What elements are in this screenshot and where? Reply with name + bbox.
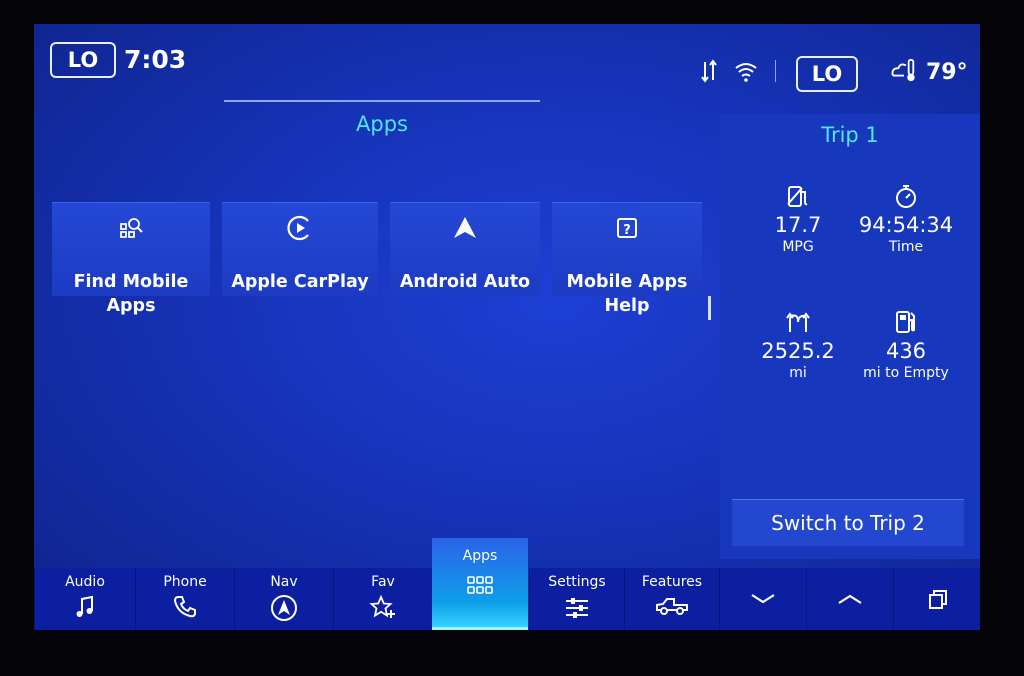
chevron-down-icon (751, 594, 775, 604)
nav-apps[interactable]: Apps (432, 538, 528, 630)
trip-panel: Trip 1 17.7 MPG 94:54:34 Time 2525.2 mi … (720, 114, 980, 559)
apps-grid-icon (467, 576, 493, 594)
trip-stat-range: 436 mi to Empty (846, 308, 966, 382)
sliders-icon (566, 598, 588, 618)
wifi-icon (735, 63, 757, 82)
window-stack-icon (928, 590, 947, 609)
window-stack-button[interactable] (893, 568, 980, 630)
passenger-climate-badge[interactable]: LO (796, 56, 858, 92)
fuel-economy-icon (787, 186, 808, 207)
carplay-icon (287, 215, 309, 241)
driver-climate-badge[interactable]: LO (50, 42, 116, 78)
nav-label: Phone (163, 574, 207, 590)
nav-label: Apps (462, 548, 498, 564)
chevron-up-icon (838, 594, 862, 604)
android-auto-icon (454, 217, 476, 238)
truck-icon (656, 598, 688, 615)
nav-settings[interactable]: Settings (529, 568, 624, 630)
scroll-down-button[interactable] (719, 568, 806, 630)
status-bar: LO 7:03 LO 79° (34, 24, 980, 98)
stat-unit: mi (789, 365, 807, 381)
stat-unit: MPG (782, 239, 814, 255)
stat-value: 17.7 (774, 213, 822, 237)
nav-navigation[interactable]: Nav (234, 568, 333, 630)
star-plus-icon (369, 594, 395, 618)
switch-trip-button[interactable]: Switch to Trip 2 (732, 499, 964, 546)
data-transfer-icon (701, 59, 717, 83)
tile-label: Mobile Apps Help (566, 272, 688, 316)
nav-features[interactable]: Features (624, 568, 719, 630)
trip-stat-mpg: 17.7 MPG (738, 182, 858, 256)
distance-icon (786, 312, 810, 332)
tile-label: Android Auto (399, 272, 531, 292)
phone-icon (173, 596, 196, 618)
navigation-icon (271, 595, 297, 621)
stat-value: 2525.2 (761, 339, 835, 363)
stat-value: 94:54:34 (858, 213, 954, 237)
trip-title: Trip 1 (821, 123, 879, 147)
nav-label: Settings (548, 574, 606, 590)
outside-temperature: 79° (926, 60, 968, 85)
nav-audio[interactable]: Audio (34, 568, 135, 630)
active-tab-indicator (432, 627, 528, 630)
find-mobile-apps-button[interactable]: Find Mobile Apps (52, 202, 210, 316)
tile-label: Find Mobile Apps (73, 272, 189, 316)
help-icon: ? (617, 218, 637, 238)
scroll-indicator[interactable] (708, 296, 711, 320)
android-auto-button[interactable]: Android Auto (390, 202, 540, 296)
clock: 7:03 (124, 45, 187, 74)
svg-text:?: ? (623, 223, 631, 238)
infotainment-screen: LO 7:03 LO 79° Apps Find Mobile Apps App… (34, 24, 980, 630)
nav-label: Fav (371, 574, 395, 590)
fuel-pump-icon (896, 311, 915, 333)
nav-label: Audio (65, 574, 105, 590)
stat-value: 436 (885, 339, 927, 363)
nav-favorites[interactable]: Fav (333, 568, 432, 630)
stat-unit: mi to Empty (863, 365, 949, 381)
trip-stat-distance: 2525.2 mi (738, 308, 858, 382)
music-note-icon (76, 595, 93, 617)
weather-temperature-icon (891, 58, 915, 82)
apple-carplay-button[interactable]: Apple CarPlay (222, 202, 378, 296)
nav-phone[interactable]: Phone (135, 568, 234, 630)
trip-stat-time: 94:54:34 Time (846, 182, 966, 256)
nav-label: Features (641, 574, 703, 590)
status-divider (775, 60, 776, 82)
mobile-apps-help-button[interactable]: ? Mobile Apps Help (552, 202, 702, 316)
tile-label: Apple CarPlay (231, 272, 369, 292)
stat-unit: Time (888, 239, 924, 255)
nav-label: Nav (270, 574, 298, 590)
stopwatch-icon (896, 185, 916, 208)
find-apps-icon (120, 218, 143, 238)
apps-tab-underline (224, 100, 540, 102)
apps-title: Apps (356, 112, 408, 136)
scroll-up-button[interactable] (806, 568, 893, 630)
